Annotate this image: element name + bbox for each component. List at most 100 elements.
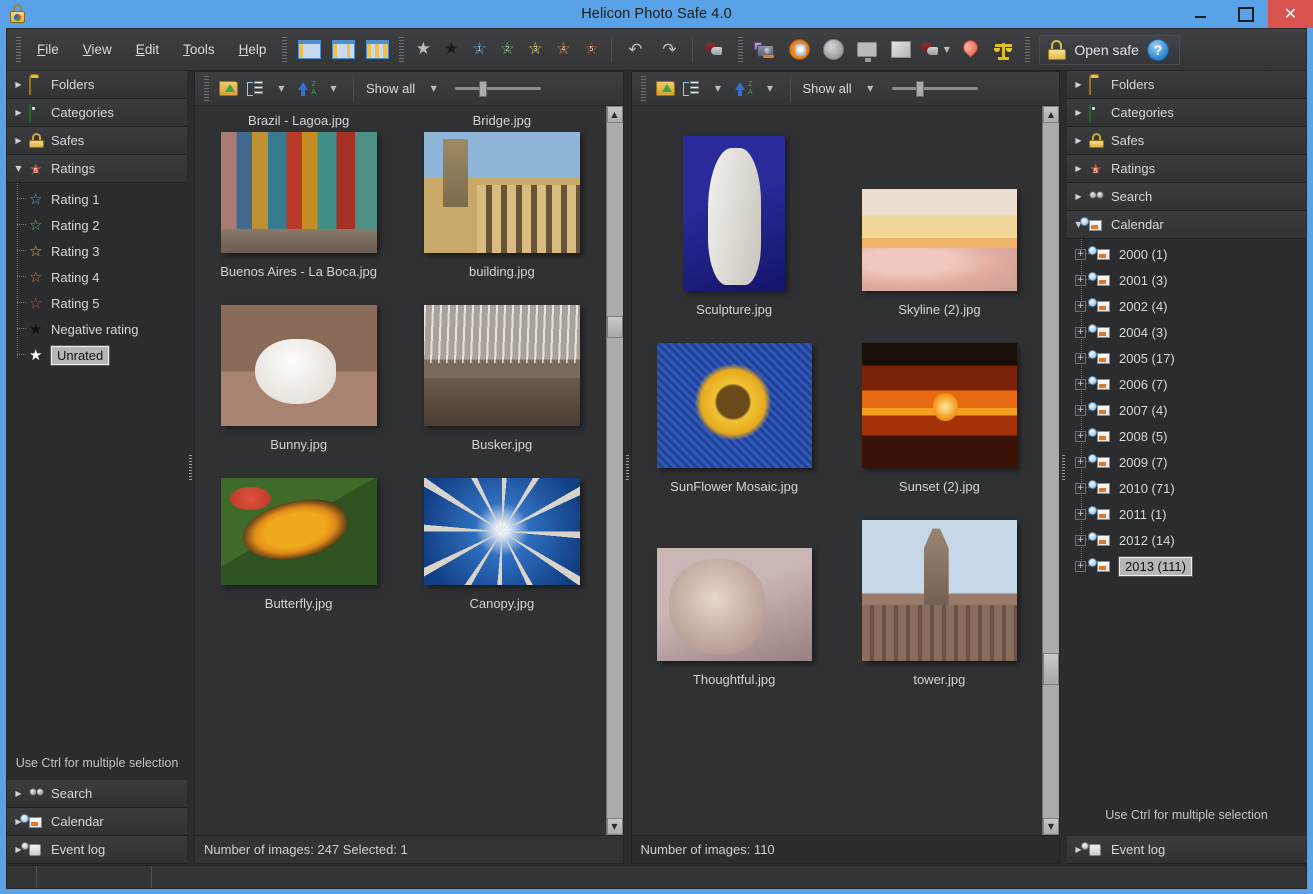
- scroll-up-button[interactable]: ▲: [1043, 106, 1059, 123]
- sidebar-item-calendar[interactable]: ▼ Calendar: [1067, 211, 1306, 239]
- sidebar-item-categories[interactable]: ▶ Categories: [7, 99, 187, 127]
- expand-plus-icon[interactable]: +: [1075, 378, 1086, 390]
- chevron-right-icon[interactable]: ▶: [13, 79, 24, 90]
- rating-star-2-button[interactable]: ☆ 2: [493, 35, 521, 65]
- thumbnail-image[interactable]: [220, 132, 377, 253]
- thumbnail-image[interactable]: [656, 343, 812, 468]
- rating-star-black-button[interactable]: ★: [437, 35, 465, 65]
- left-sort-dropdown[interactable]: ▼: [321, 76, 345, 102]
- thumbnail-image[interactable]: [683, 136, 786, 291]
- scroll-thumb[interactable]: [606, 316, 623, 338]
- thumbnail-image[interactable]: [423, 478, 580, 585]
- minimize-button[interactable]: [1178, 0, 1223, 28]
- thumbnail-image[interactable]: [220, 478, 377, 585]
- left-filter-dropdown[interactable]: ▼: [421, 76, 445, 102]
- calendar-year-item[interactable]: + 2000 (1): [1067, 241, 1306, 267]
- toolbar-grip-2[interactable]: [282, 36, 288, 63]
- thumbnail-item[interactable]: tower.jpg: [859, 520, 1020, 713]
- calendar-year-item[interactable]: + 2006 (7): [1067, 371, 1306, 397]
- sidebar-item-folders[interactable]: ▶ Folders: [7, 71, 187, 99]
- right-sort-button[interactable]: ZA: [732, 76, 756, 102]
- thumbnail-image[interactable]: [861, 343, 1017, 468]
- calendar-year-item[interactable]: + 2007 (4): [1067, 397, 1306, 423]
- calendar-year-item-selected[interactable]: + 2013 (111): [1067, 553, 1306, 579]
- chevron-right-icon[interactable]: ▶: [1073, 163, 1084, 174]
- thumbnail-image[interactable]: [656, 548, 812, 661]
- sidebar-item-rating-4[interactable]: ☆ Rating 4: [7, 264, 187, 290]
- chevron-right-icon[interactable]: ▶: [13, 107, 24, 118]
- rating-star-3-button[interactable]: ☆ 3: [521, 35, 549, 65]
- toolbar-grip-5[interactable]: [1025, 36, 1031, 63]
- calendar-year-item[interactable]: + 2001 (3): [1067, 267, 1306, 293]
- menu-view[interactable]: View: [72, 38, 123, 61]
- open-safe-button[interactable]: Open safe ?: [1039, 34, 1180, 65]
- thumbnail-image[interactable]: [220, 305, 377, 426]
- thumbnail-item[interactable]: Busker.jpg: [410, 305, 593, 478]
- sidebar-item-ratings[interactable]: ▶ ★ 5 Ratings: [1067, 155, 1306, 183]
- left-view-mode-button[interactable]: [243, 76, 267, 102]
- chevron-right-icon[interactable]: ▶: [13, 788, 24, 799]
- left-zoom-slider[interactable]: [455, 80, 542, 97]
- expand-plus-icon[interactable]: +: [1075, 300, 1086, 312]
- expand-plus-icon[interactable]: +: [1075, 508, 1086, 520]
- menu-help[interactable]: Help: [228, 38, 278, 61]
- layout-two-pane-button[interactable]: [326, 35, 360, 65]
- right-sort-dropdown[interactable]: ▼: [758, 76, 782, 102]
- toolbar-grip-4[interactable]: [738, 36, 744, 63]
- geotag-button[interactable]: [952, 35, 986, 65]
- thumbnail-item[interactable]: Sculpture.jpg: [654, 106, 815, 343]
- thumbnail-item[interactable]: Thoughtful.jpg: [654, 520, 815, 713]
- toolbar-grip-3[interactable]: [399, 36, 405, 63]
- panel-toolbar-grip[interactable]: [640, 75, 646, 102]
- calendar-year-item[interactable]: + 2005 (17): [1067, 345, 1306, 371]
- import-from-camera-button[interactable]: [748, 35, 782, 65]
- right-zoom-slider[interactable]: [891, 80, 978, 97]
- sidebar-item-event-log[interactable]: ▶ Event log: [7, 836, 187, 864]
- zoom-slider-thumb[interactable]: [915, 80, 924, 97]
- rating-star-4-button[interactable]: ☆ 4: [549, 35, 577, 65]
- expand-plus-icon[interactable]: +: [1075, 430, 1086, 442]
- sidebar-item-unrated[interactable]: ★ Unrated: [7, 342, 187, 368]
- rating-star-5-button[interactable]: ☆ 5: [577, 35, 605, 65]
- sidebar-item-safes[interactable]: ▶ Safes: [7, 127, 187, 155]
- thumbnail-item[interactable]: Buenos Aires - La Boca.jpg: [207, 132, 390, 305]
- thumbnail-item[interactable]: Sunset (2).jpg: [859, 343, 1020, 520]
- expand-plus-icon[interactable]: +: [1075, 352, 1086, 364]
- thumbnail-image[interactable]: [861, 189, 1017, 291]
- sidebar-item-search[interactable]: ▶ Search: [1067, 183, 1306, 211]
- chevron-right-icon[interactable]: ▶: [1073, 135, 1084, 146]
- thumbnail-item[interactable]: Bunny.jpg: [207, 305, 390, 478]
- menu-tools[interactable]: Tools: [172, 38, 226, 61]
- calendar-year-item[interactable]: + 2004 (3): [1067, 319, 1306, 345]
- zoom-slider-thumb[interactable]: [479, 80, 488, 97]
- right-filter-label[interactable]: Show all: [799, 81, 856, 96]
- calendar-year-item[interactable]: + 2012 (14): [1067, 527, 1306, 553]
- left-sort-button[interactable]: ZA: [295, 76, 319, 102]
- rating-star-gray-button[interactable]: ★: [409, 35, 437, 65]
- expand-plus-icon[interactable]: +: [1075, 560, 1086, 572]
- maximize-button[interactable]: [1223, 0, 1268, 28]
- chevron-right-icon[interactable]: ▶: [1073, 191, 1084, 202]
- panel-splitter[interactable]: [623, 71, 631, 864]
- sidebar-item-ratings[interactable]: ▼ ★ 5 Ratings: [7, 155, 187, 183]
- calendar-year-item[interactable]: + 2010 (71): [1067, 475, 1306, 501]
- panel-toolbar-grip[interactable]: [204, 75, 209, 102]
- layout-single-pane-button[interactable]: [292, 35, 326, 65]
- thumbnail-item[interactable]: Skyline (2).jpg: [859, 106, 1020, 343]
- calendar-year-item[interactable]: + 2002 (4): [1067, 293, 1306, 319]
- right-splitter[interactable]: [1060, 71, 1067, 864]
- right-view-mode-button[interactable]: [680, 76, 704, 102]
- expand-plus-icon[interactable]: +: [1075, 274, 1086, 286]
- sidebar-item-rating-5[interactable]: ☆ Rating 5: [7, 290, 187, 316]
- thumbnail-item[interactable]: Butterfly.jpg: [207, 478, 390, 637]
- scroll-down-button[interactable]: ▼: [1043, 818, 1059, 835]
- sidebar-item-negative-rating[interactable]: ★ Negative rating: [7, 316, 187, 342]
- expand-plus-icon[interactable]: +: [1075, 248, 1086, 260]
- burn-disc-button[interactable]: [782, 35, 816, 65]
- menu-edit[interactable]: Edit: [125, 38, 170, 61]
- scroll-thumb[interactable]: [1043, 653, 1059, 685]
- help-button[interactable]: ?: [1146, 38, 1169, 61]
- right-filter-dropdown[interactable]: ▼: [858, 76, 882, 102]
- menu-file[interactable]: File: [26, 38, 70, 61]
- rating-star-1-button[interactable]: ☆ 1: [465, 35, 493, 65]
